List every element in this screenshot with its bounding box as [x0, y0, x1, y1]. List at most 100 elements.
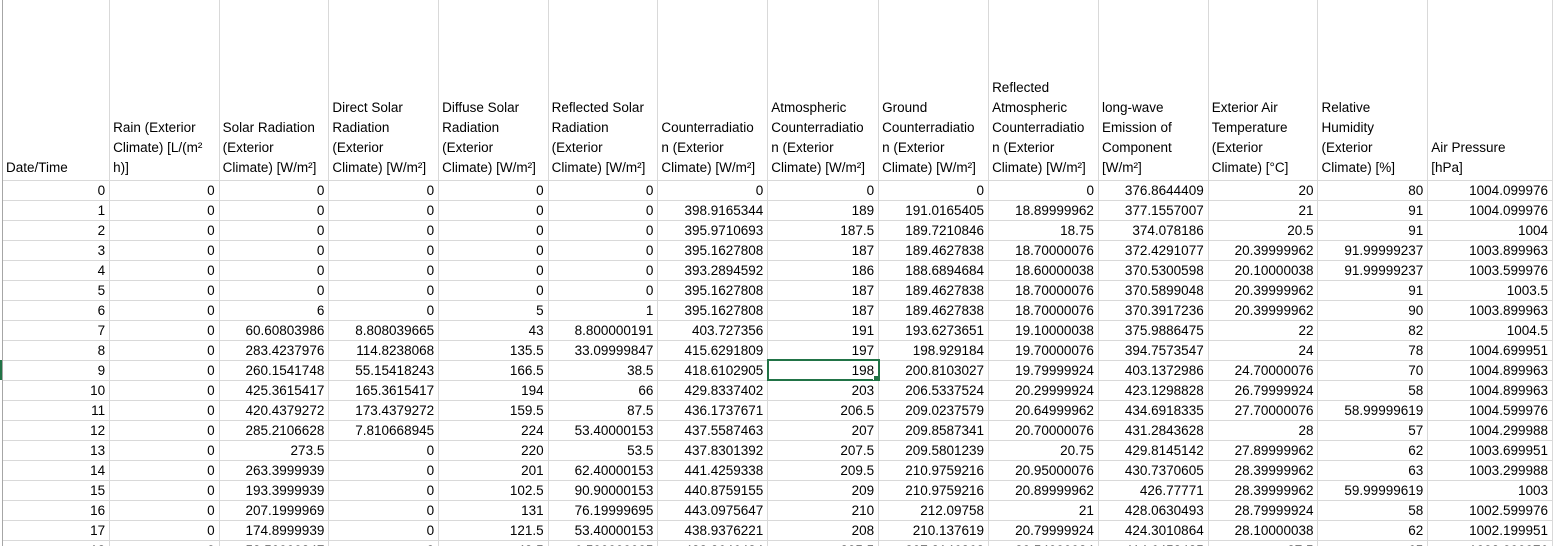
- highlighted-cell[interactable]: 210.9759216: [878, 460, 990, 481]
- cell[interactable]: 1: [548, 300, 659, 321]
- cell[interactable]: 210.9759216: [878, 480, 990, 501]
- cell[interactable]: 78: [1317, 340, 1429, 361]
- cell[interactable]: 18.75: [988, 220, 1099, 241]
- cell[interactable]: 1003.699951: [1427, 440, 1553, 461]
- cell[interactable]: 28.39999962: [1208, 480, 1319, 501]
- cell[interactable]: 438.9376221: [657, 520, 769, 541]
- cell[interactable]: 0: [219, 240, 330, 261]
- cell[interactable]: 114.8238068: [328, 340, 440, 361]
- cell[interactable]: 0: [767, 180, 880, 201]
- cell[interactable]: 0: [219, 180, 330, 201]
- cell[interactable]: 159.5: [438, 400, 549, 421]
- cell[interactable]: 82: [1317, 320, 1429, 341]
- cell[interactable]: 12: [3, 420, 111, 441]
- cell[interactable]: 174.8999939: [219, 520, 330, 541]
- cell[interactable]: 65: [1317, 540, 1429, 546]
- cell[interactable]: 198.929184: [878, 340, 990, 361]
- cell[interactable]: 1003.599976: [1427, 260, 1553, 281]
- cell[interactable]: 370.5300598: [1098, 260, 1209, 281]
- cell[interactable]: 1003.899963: [1427, 240, 1553, 261]
- cell[interactable]: 436.1737671: [657, 400, 769, 421]
- cell[interactable]: 0: [109, 260, 220, 281]
- column-header[interactable]: Reflected Atmospheric Counterradiatio n …: [988, 0, 1099, 181]
- cell[interactable]: 15: [3, 480, 111, 501]
- column-header[interactable]: long-wave Emission of Component [W/m²]: [1098, 0, 1209, 181]
- cell[interactable]: 1002.099976: [1427, 540, 1553, 546]
- cell[interactable]: 0: [109, 200, 220, 221]
- cell[interactable]: 70: [1317, 360, 1429, 381]
- cell[interactable]: 188.6894684: [878, 260, 990, 281]
- column-header[interactable]: Relative Humidity (Exterior Climate) [%]: [1317, 0, 1429, 181]
- cell[interactable]: 210.137619: [878, 520, 990, 541]
- cell[interactable]: 90.90000153: [548, 480, 659, 501]
- cell[interactable]: 187.5: [767, 220, 880, 241]
- cell[interactable]: 377.1557007: [1098, 200, 1209, 221]
- cell[interactable]: 17: [3, 520, 111, 541]
- cell[interactable]: 205.5: [767, 540, 880, 546]
- cell[interactable]: 263.3999939: [219, 460, 330, 481]
- cell[interactable]: 0: [109, 180, 220, 201]
- cell[interactable]: 58: [1317, 380, 1429, 401]
- cell[interactable]: 0: [988, 180, 1099, 201]
- cell[interactable]: 27.5: [1208, 540, 1319, 546]
- cell[interactable]: 187: [767, 240, 880, 261]
- cell[interactable]: 20.5: [1208, 220, 1319, 241]
- cell[interactable]: 0: [109, 540, 220, 546]
- cell[interactable]: 22: [1208, 320, 1319, 341]
- cell[interactable]: 189.4627838: [878, 300, 990, 321]
- cell[interactable]: 20.64999962: [988, 400, 1099, 421]
- cell[interactable]: 186: [767, 260, 880, 281]
- column-header[interactable]: Direct Solar Radiation (Exterior Climate…: [328, 0, 440, 181]
- cell[interactable]: 1003.5: [1427, 280, 1553, 301]
- cell[interactable]: 1004.299988: [1427, 420, 1553, 441]
- cell[interactable]: 208: [767, 520, 880, 541]
- cell[interactable]: 5: [438, 300, 549, 321]
- cell[interactable]: 55.15418243: [328, 360, 440, 381]
- cell[interactable]: 191: [767, 320, 880, 341]
- cell[interactable]: 0: [328, 480, 440, 501]
- cell[interactable]: 1004.099976: [1427, 180, 1553, 201]
- cell[interactable]: 28.79999924: [1208, 500, 1319, 521]
- cell[interactable]: 437.5587463: [657, 420, 769, 441]
- cell[interactable]: 20.54999924: [988, 540, 1099, 546]
- cell[interactable]: 0: [109, 240, 220, 261]
- cell[interactable]: 420.4379272: [219, 400, 330, 421]
- cell[interactable]: 1004.699951: [1427, 340, 1553, 361]
- cell[interactable]: 0: [109, 340, 220, 361]
- cell[interactable]: 90: [1317, 300, 1429, 321]
- cell[interactable]: 4: [3, 260, 111, 281]
- cell[interactable]: 173.4379272: [328, 400, 440, 421]
- cell[interactable]: 20.39999962: [1208, 300, 1319, 321]
- cell[interactable]: 87.5: [548, 400, 659, 421]
- cell[interactable]: 20.70000076: [988, 420, 1099, 441]
- cell[interactable]: 209.5801239: [878, 440, 990, 461]
- cell[interactable]: 1004: [1427, 220, 1553, 241]
- cell[interactable]: 91: [1317, 220, 1429, 241]
- cell[interactable]: 57: [1317, 420, 1429, 441]
- cell[interactable]: 0: [548, 200, 659, 221]
- cell[interactable]: 5: [3, 280, 111, 301]
- cell[interactable]: 0: [219, 280, 330, 301]
- cell[interactable]: 59.99999619: [1317, 480, 1429, 501]
- cell[interactable]: 0: [3, 180, 111, 201]
- cell[interactable]: 0: [438, 260, 549, 281]
- cell[interactable]: 53.59999847: [219, 540, 330, 546]
- cell[interactable]: 0: [109, 480, 220, 501]
- cell[interactable]: 1004.099976: [1427, 200, 1553, 221]
- cell[interactable]: 18.70000076: [988, 300, 1099, 321]
- cell[interactable]: 191.0165405: [878, 200, 990, 221]
- cell[interactable]: 11: [3, 400, 111, 421]
- cell[interactable]: 0: [328, 440, 440, 461]
- column-header[interactable]: Reflected Solar Radiation (Exterior Clim…: [548, 0, 659, 181]
- cell[interactable]: 0: [328, 520, 440, 541]
- cell[interactable]: 33.09999847: [548, 340, 659, 361]
- cell[interactable]: 430.7370605: [1098, 460, 1209, 481]
- cell[interactable]: 209.0237579: [878, 400, 990, 421]
- cell[interactable]: 206.5337524: [878, 380, 990, 401]
- cell[interactable]: 0: [328, 280, 440, 301]
- cell[interactable]: 224: [438, 420, 549, 441]
- cell[interactable]: 60.60803986: [219, 320, 330, 341]
- cell[interactable]: 197: [767, 340, 880, 361]
- cell[interactable]: 166.5: [438, 360, 549, 381]
- cell[interactable]: 207.5: [767, 440, 880, 461]
